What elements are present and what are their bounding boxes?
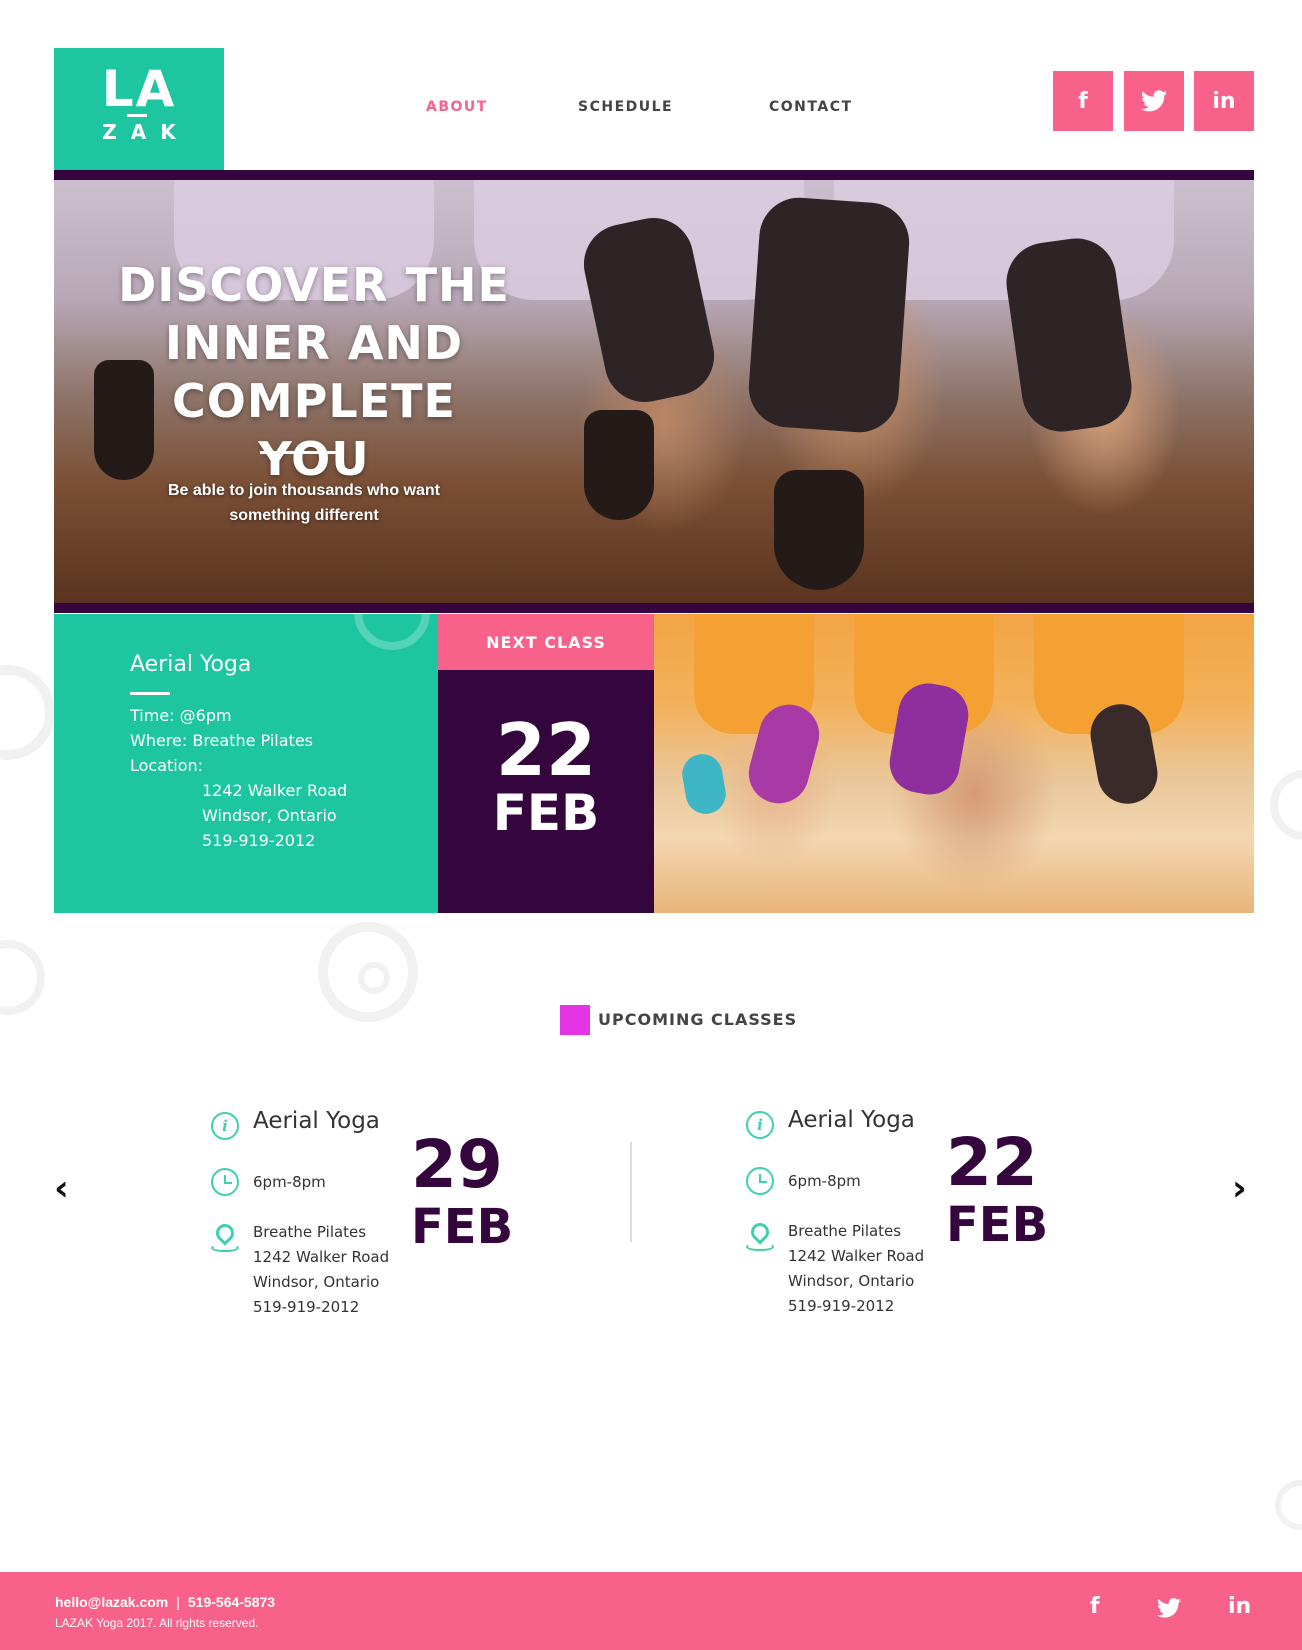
class-phone: 519-919-2012 [253,1298,360,1316]
footer-contact: hello@lazak.com | 519-564-5873 [55,1594,275,1610]
next-class-name: Aerial Yoga [130,652,252,677]
logo-text-bottom: ZAK [54,114,224,144]
twitter-icon [1141,90,1167,112]
hero-top-bar [54,170,1254,180]
card-divider [630,1142,632,1242]
class-photo [654,614,1254,913]
class-address-line2: Windsor, Ontario [253,1273,380,1291]
location-pin-base [211,1244,239,1252]
info-icon: i [211,1112,239,1140]
location-pin-icon [747,1219,773,1245]
class-day: 29 [411,1126,503,1203]
class-month: FEB [946,1197,1049,1253]
footer-facebook-icon[interactable]: f [1090,1594,1100,1619]
linkedin-button[interactable]: in [1194,71,1254,131]
next-class-address-line1: 1242 Walker Road [202,781,348,800]
next-class-month: FEB [492,784,600,842]
class-address-line1: 1242 Walker Road [253,1248,390,1266]
location-pin-icon [212,1220,238,1246]
upcoming-class-card[interactable]: i Aerial Yoga 6pm-8pm Breathe Pilates 12… [211,1108,551,1330]
facebook-button[interactable]: f [1053,71,1113,131]
info-icon: i [746,1111,774,1139]
mandala-decoration [0,665,55,760]
hero-divider [260,451,338,454]
footer-copyright: LAZAK Yoga 2017. All rights reserved. [55,1616,259,1630]
footer-separator: | [176,1594,180,1610]
location-pin-base [746,1243,774,1251]
twitter-button[interactable] [1124,71,1184,131]
hero-photo-figure [746,195,912,435]
next-class-phone: 519-919-2012 [202,831,316,850]
next-class-header: NEXT CLASS [438,614,654,670]
section-marker [560,1005,590,1035]
facebook-icon: f [1078,88,1088,114]
dharma-wheel-decoration [318,922,418,1022]
footer-linkedin-icon[interactable]: in [1228,1594,1251,1619]
hero-photo-hair [774,470,864,590]
next-class-info: Aerial Yoga Time: @6pm Where: Breathe Pi… [54,614,438,913]
hero-banner: DISCOVER THE INNER AND COMPLETE YOU Be a… [54,180,1254,603]
class-phone: 519-919-2012 [788,1297,895,1315]
next-class-address-line2: Windsor, Ontario [202,806,337,825]
class-time: 6pm-8pm [253,1173,326,1191]
footer-email-link[interactable]: hello@lazak.com [55,1594,168,1610]
logo[interactable]: LA ZAK [54,48,224,170]
lotus-decoration [1270,770,1302,840]
clock-icon [211,1168,239,1196]
sun-decoration [354,614,430,650]
class-venue: Breathe Pilates [788,1222,902,1240]
nav-about[interactable]: ABOUT [426,99,488,115]
class-photo-figure [679,750,729,818]
class-day: 22 [946,1124,1038,1201]
class-address-line1: 1242 Walker Road [788,1247,925,1265]
next-class-divider [130,692,170,695]
hero-photo-hair [584,410,654,520]
class-month: FEB [411,1199,514,1255]
hero-bottom-bar [54,603,1254,613]
lotus-decoration [0,940,45,1015]
next-class-where: Where: Breathe Pilates [130,731,313,750]
class-venue: Breathe Pilates [253,1223,367,1241]
next-arrow-icon[interactable]: › [1232,1168,1247,1209]
clock-icon [746,1167,774,1195]
linkedin-icon: in [1212,88,1236,114]
next-class-location-label: Location: [130,756,204,775]
footer-phone: 519-564-5873 [187,1594,276,1610]
next-class-time: Time: @6pm [130,706,232,725]
upcoming-classes-title: UPCOMING CLASSES [598,1010,798,1029]
class-time: 6pm-8pm [788,1172,861,1190]
hero-subtitle: Be able to join thousands who want somet… [167,482,440,524]
logo-text-top: LA [101,60,177,118]
class-address-line2: Windsor, Ontario [788,1272,915,1290]
upcoming-class-card[interactable]: i Aerial Yoga 6pm-8pm Breathe Pilates 12… [746,1107,1086,1330]
footer: hello@lazak.com | 519-564-5873 LAZAK Yoga … [0,1572,1302,1650]
class-name: Aerial Yoga [788,1107,915,1133]
next-class-date: 22 FEB [438,670,654,913]
next-class-day: 22 [495,708,597,792]
nav-contact[interactable]: CONTACT [769,99,853,115]
lotus-decoration [1275,1480,1302,1530]
class-name: Aerial Yoga [253,1108,380,1134]
prev-arrow-icon[interactable]: ‹ [54,1168,69,1209]
footer-twitter-icon[interactable] [1157,1598,1181,1624]
nav-schedule[interactable]: SCHEDULE [578,99,673,115]
